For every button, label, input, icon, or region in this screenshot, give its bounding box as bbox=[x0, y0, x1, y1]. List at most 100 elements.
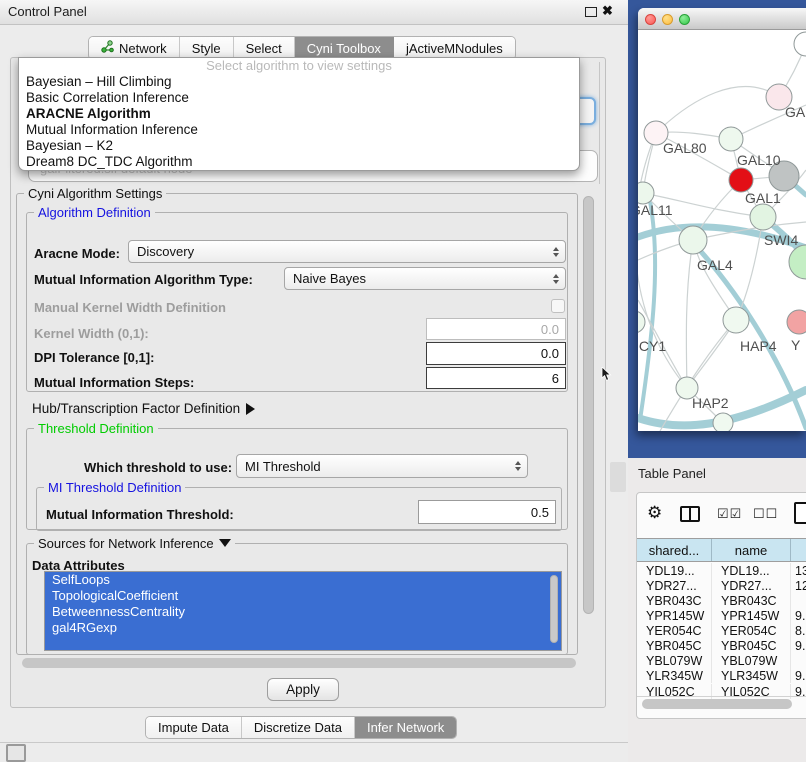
threshold-definition-title: Threshold Definition bbox=[34, 421, 158, 436]
tab-style[interactable]: Style bbox=[180, 37, 234, 59]
network-view-window[interactable]: GAL80 GAL10 GAL1 GAL11 SWI4 GAL4 GCY1 HA… bbox=[638, 8, 806, 431]
deselect-all-checkboxes-icon[interactable]: ☐☐ bbox=[753, 506, 778, 522]
aracne-mode-combo[interactable]: Discovery bbox=[128, 240, 566, 263]
column-header-shared-name[interactable]: shared... bbox=[637, 539, 712, 561]
table-header-row: shared... name bbox=[637, 538, 806, 562]
table-panel-region: Table Panel ⚙ ☑☑ ☐☐ shared... name YDL19… bbox=[628, 458, 806, 762]
table-panel-title: Table Panel bbox=[638, 466, 706, 481]
data-attributes-list[interactable]: SelfLoops TopologicalCoefficient Between… bbox=[44, 571, 562, 651]
node-label: HAP2 bbox=[692, 395, 729, 411]
table-row[interactable]: YBR043CYBR043C bbox=[637, 593, 806, 608]
panel-splitter[interactable] bbox=[610, 462, 626, 492]
collapsed-arrow-icon[interactable] bbox=[246, 403, 255, 415]
node[interactable] bbox=[794, 32, 806, 56]
column-header-partial[interactable] bbox=[791, 539, 806, 561]
mi-algorithm-type-label: Mutual Information Algorithm Type: bbox=[34, 272, 253, 287]
tab-jactivemnodules[interactable]: jActiveMNodules bbox=[394, 37, 515, 59]
stepper-arrows-icon bbox=[515, 461, 521, 471]
select-all-checkboxes-icon[interactable]: ☑☑ bbox=[717, 506, 742, 522]
document-icon[interactable] bbox=[794, 502, 806, 524]
table-row[interactable]: YBR045CYBR045C9. bbox=[637, 638, 806, 653]
network-window-titlebar[interactable] bbox=[638, 8, 806, 30]
node[interactable] bbox=[789, 245, 806, 279]
list-item[interactable]: gal4RGexp bbox=[45, 620, 561, 636]
node-gal10[interactable] bbox=[719, 127, 743, 151]
dropdown-item-aracne[interactable]: ARACNE Algorithm bbox=[19, 106, 579, 122]
float-window-icon[interactable] bbox=[585, 7, 597, 17]
mi-threshold-field[interactable]: 0.5 bbox=[418, 500, 556, 524]
node-label: GAL11 bbox=[638, 202, 673, 218]
list-item[interactable]: TopologicalCoefficient bbox=[45, 588, 561, 604]
close-traffic-light-icon[interactable] bbox=[645, 14, 656, 25]
tab-discretize-data[interactable]: Discretize Data bbox=[242, 717, 355, 738]
expanded-arrow-icon[interactable] bbox=[219, 539, 231, 547]
tab-infer-network[interactable]: Infer Network bbox=[355, 717, 456, 738]
settings-vertical-scrollbar[interactable] bbox=[583, 196, 594, 614]
table-panel: ⚙ ☑☑ ☐☐ shared... name YDL19...YDL19...1… bbox=[636, 492, 806, 719]
columns-icon[interactable] bbox=[680, 506, 700, 522]
tab-impute-data[interactable]: Impute Data bbox=[146, 717, 242, 738]
sources-group-title[interactable]: Sources for Network Inference bbox=[34, 536, 235, 551]
table-row[interactable]: YLR345WYLR345W9. bbox=[637, 668, 806, 683]
node-gal1-red[interactable] bbox=[729, 168, 753, 192]
stepper-arrows-icon bbox=[553, 247, 559, 257]
control-panel-title: Control Panel bbox=[8, 4, 87, 19]
dropdown-item[interactable]: Bayesian – K2 bbox=[19, 138, 579, 154]
table-row[interactable]: YDR27...YDR27...12 bbox=[637, 578, 806, 593]
kernel-width-label: Kernel Width (0,1): bbox=[34, 326, 149, 341]
list-item[interactable]: SelfLoops bbox=[45, 572, 561, 588]
dpi-tolerance-label: DPI Tolerance [0,1]: bbox=[34, 350, 154, 365]
table-row[interactable]: YPR145WYPR145W9. bbox=[637, 608, 806, 623]
mi-algorithm-type-combo[interactable]: Naive Bayes bbox=[284, 267, 566, 290]
minimize-traffic-light-icon[interactable] bbox=[662, 14, 673, 25]
node-label: GAL10 bbox=[737, 152, 781, 168]
mi-steps-label: Mutual Information Steps: bbox=[34, 375, 194, 390]
node[interactable] bbox=[713, 413, 733, 431]
node-gcy1[interactable] bbox=[638, 311, 645, 333]
dropdown-placeholder: Select algorithm to view settings bbox=[19, 58, 579, 74]
dropdown-item[interactable]: Mutual Information Inference bbox=[19, 122, 579, 138]
table-row[interactable]: YBL079WYBL079W bbox=[637, 653, 806, 668]
mi-steps-field[interactable]: 6 bbox=[426, 367, 566, 389]
node-salmon[interactable] bbox=[787, 310, 806, 334]
list-item-partial[interactable] bbox=[45, 636, 561, 651]
collapsed-panel-icon[interactable] bbox=[6, 744, 26, 762]
node-swi4[interactable] bbox=[750, 204, 776, 230]
algorithm-dropdown-popup: Select algorithm to view settings Bayesi… bbox=[18, 57, 580, 171]
list-scrollbar[interactable] bbox=[550, 575, 558, 643]
column-header-name[interactable]: name bbox=[712, 539, 791, 561]
table-row[interactable]: YER054CYER054C8. bbox=[637, 623, 806, 638]
manual-kernel-label: Manual Kernel Width Definition bbox=[34, 300, 226, 315]
tab-network-label: Network bbox=[119, 41, 167, 56]
which-threshold-combo[interactable]: MI Threshold bbox=[236, 454, 528, 478]
mi-threshold-label: Mutual Information Threshold: bbox=[46, 507, 234, 522]
close-icon[interactable]: ✖ bbox=[602, 3, 613, 19]
stepper-arrows-icon bbox=[553, 274, 559, 284]
table-horizontal-scrollbar[interactable] bbox=[642, 699, 792, 709]
manual-kernel-checkbox[interactable] bbox=[551, 299, 565, 313]
screen: Control Panel ✖ Network Style Select Cyn… bbox=[0, 0, 806, 762]
tab-network[interactable]: Network bbox=[89, 37, 180, 59]
tab-select[interactable]: Select bbox=[234, 37, 295, 59]
node-hap4[interactable] bbox=[723, 307, 749, 333]
dropdown-item[interactable]: Bayesian – Hill Climbing bbox=[19, 74, 579, 90]
list-item[interactable]: BetweennessCentrality bbox=[45, 604, 561, 620]
zoom-traffic-light-icon[interactable] bbox=[679, 14, 690, 25]
hub-definition-toggle[interactable]: Hub/Transcription Factor Definition bbox=[32, 401, 255, 416]
node-gal4[interactable] bbox=[679, 226, 707, 254]
apply-button[interactable]: Apply bbox=[267, 678, 339, 701]
dropdown-item[interactable]: Dream8 DC_TDC Algorithm bbox=[19, 154, 579, 170]
network-canvas[interactable]: GAL80 GAL10 GAL1 GAL11 SWI4 GAL4 GCY1 HA… bbox=[638, 30, 806, 431]
horizontal-scrollbar[interactable] bbox=[22, 658, 576, 668]
dropdown-item[interactable]: Basic Correlation Inference bbox=[19, 90, 579, 106]
table-row[interactable]: YDL19...YDL19...13 bbox=[637, 563, 806, 578]
table-scroll-divider bbox=[637, 696, 806, 697]
gear-icon[interactable]: ⚙ bbox=[647, 503, 662, 523]
bottom-tabbar: Impute Data Discretize Data Infer Networ… bbox=[145, 716, 457, 739]
node-label: GAL1 bbox=[745, 190, 781, 206]
dpi-tolerance-field[interactable]: 0.0 bbox=[426, 342, 566, 365]
node-label: GAL4 bbox=[697, 257, 733, 273]
cyni-settings-group-title: Cyni Algorithm Settings bbox=[24, 186, 166, 201]
tab-cyni-toolbox[interactable]: Cyni Toolbox bbox=[295, 37, 394, 59]
node-label: GAL bbox=[785, 104, 806, 120]
